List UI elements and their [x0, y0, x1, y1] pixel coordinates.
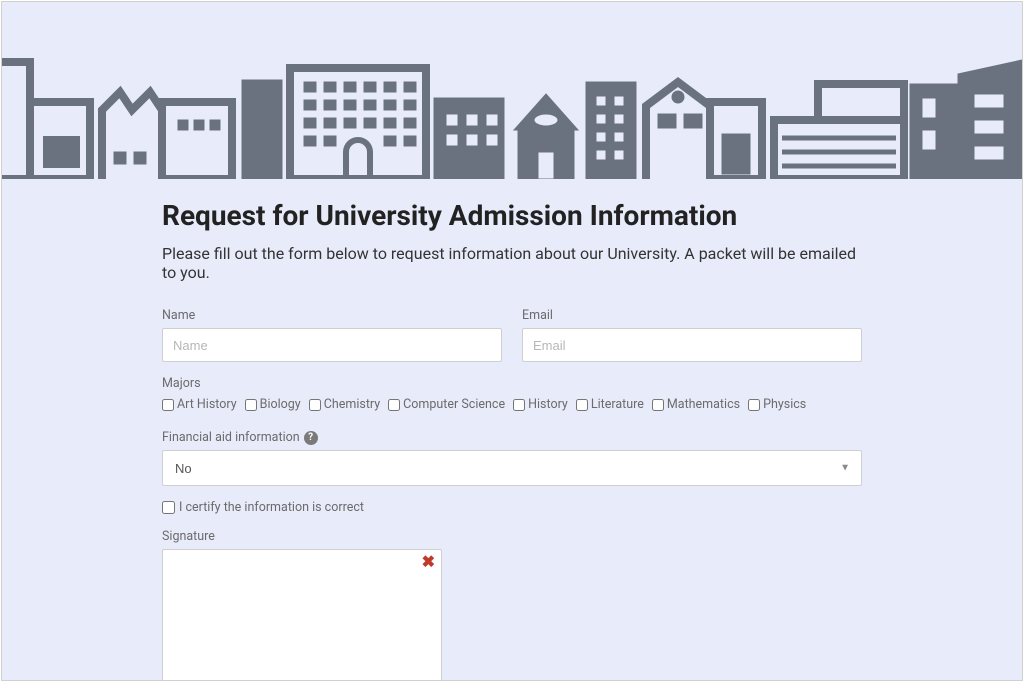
hero-buildings	[2, 2, 1022, 179]
email-label: Email	[522, 308, 862, 323]
page-frame: Request for University Admission Informa…	[1, 1, 1023, 681]
page-subtitle: Please fill out the form below to reques…	[162, 244, 862, 282]
name-input[interactable]	[162, 328, 502, 362]
major-label: Physics	[763, 397, 806, 412]
major-checkbox[interactable]	[576, 399, 588, 411]
major-option[interactable]: Chemistry	[309, 397, 380, 412]
major-checkbox[interactable]	[388, 399, 400, 411]
major-option[interactable]: Art History	[162, 397, 237, 412]
signature-label: Signature	[162, 529, 862, 544]
name-label: Name	[162, 308, 502, 323]
major-option[interactable]: Physics	[748, 397, 806, 412]
page-title: Request for University Admission Informa…	[162, 199, 862, 232]
major-label: Mathematics	[667, 397, 740, 412]
financial-aid-field: Financial aid information ? No ▼	[162, 426, 862, 486]
major-label: Biology	[260, 397, 301, 412]
major-label: Chemistry	[324, 397, 380, 412]
major-option[interactable]: Computer Science	[388, 397, 505, 412]
major-checkbox[interactable]	[162, 399, 174, 411]
close-icon[interactable]: ✖	[422, 554, 435, 570]
email-input[interactable]	[522, 328, 862, 362]
major-label: History	[528, 397, 568, 412]
major-label: Art History	[177, 397, 237, 412]
majors-label: Majors	[162, 376, 862, 391]
certify-checkbox[interactable]	[162, 501, 175, 514]
certify-field: I certify the information is correct	[162, 500, 862, 515]
major-option[interactable]: Literature	[576, 397, 644, 412]
form-content: Request for University Admission Informa…	[162, 179, 862, 681]
major-label: Computer Science	[403, 397, 505, 412]
signature-pad[interactable]: ✖	[162, 549, 442, 681]
signature-field: Signature ✖	[162, 529, 862, 681]
certify-label: I certify the information is correct	[179, 500, 364, 515]
major-checkbox[interactable]	[513, 399, 525, 411]
major-option[interactable]: Mathematics	[652, 397, 740, 412]
majors-field: Majors Art History Biology Chemistry Comput…	[162, 376, 862, 412]
major-checkbox[interactable]	[748, 399, 760, 411]
email-field: Email	[522, 308, 862, 362]
major-option[interactable]: History	[513, 397, 568, 412]
name-field: Name	[162, 308, 502, 362]
major-option[interactable]: Biology	[245, 397, 301, 412]
help-icon[interactable]: ?	[304, 431, 318, 445]
major-checkbox[interactable]	[652, 399, 664, 411]
major-checkbox[interactable]	[245, 399, 257, 411]
financial-aid-label: Financial aid information	[162, 430, 300, 445]
major-label: Literature	[591, 397, 644, 412]
financial-aid-select[interactable]: No	[162, 450, 862, 486]
major-checkbox[interactable]	[309, 399, 321, 411]
